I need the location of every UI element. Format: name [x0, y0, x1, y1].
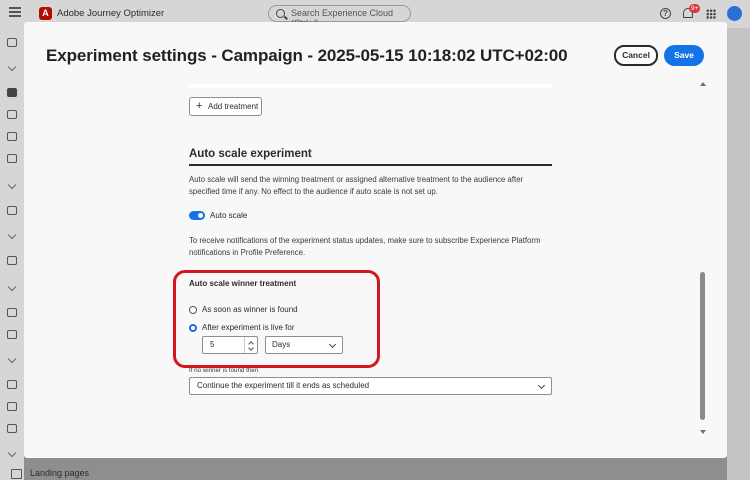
no-winner-select[interactable]: Continue the experiment till it ends as … — [189, 377, 552, 395]
landing-pages-icon — [11, 468, 22, 479]
notification-badge: 9+ — [689, 4, 701, 13]
background-panel — [727, 28, 750, 480]
scroll-up-icon[interactable] — [700, 82, 706, 86]
save-button[interactable]: Save — [664, 45, 704, 66]
channels-icon[interactable] — [7, 402, 17, 411]
search-icon — [276, 9, 285, 18]
cancel-button[interactable]: Cancel — [614, 45, 658, 66]
treatment-card-edge — [189, 84, 552, 88]
search-input[interactable]: Search Experience Cloud (Ctrl+/) — [268, 5, 411, 28]
home-icon[interactable] — [7, 38, 17, 47]
section-divider — [189, 164, 552, 166]
experiment-icon[interactable] — [7, 206, 17, 215]
apps-grid-icon[interactable] — [706, 9, 716, 19]
reports-icon[interactable] — [7, 154, 17, 163]
no-winner-label: If no winner is found then — [189, 367, 259, 374]
chevron-down-icon[interactable] — [7, 448, 17, 458]
highlight-annotation — [173, 270, 380, 368]
auto-scale-description: Auto scale will send the winning treatme… — [189, 175, 524, 196]
help-icon[interactable]: ? — [660, 8, 671, 19]
assets-icon[interactable] — [7, 380, 17, 389]
avatar[interactable] — [727, 6, 742, 21]
chevron-down-icon — [537, 381, 546, 390]
plus-icon: + — [196, 100, 203, 112]
offers-icon[interactable] — [7, 308, 17, 317]
no-winner-value: Continue the experiment till it ends as … — [197, 381, 370, 390]
app-name[interactable]: Adobe Journey Optimizer — [57, 8, 164, 19]
chevron-down-icon[interactable] — [7, 180, 17, 190]
adobe-logo-icon: A — [39, 7, 52, 20]
chevron-down-icon[interactable] — [7, 354, 17, 364]
sidebar-item-label: Landing pages — [30, 468, 90, 478]
auto-scale-label: Auto scale — [210, 211, 248, 220]
hamburger-menu-icon[interactable] — [9, 7, 21, 17]
journeys-icon[interactable] — [7, 110, 17, 119]
section-title: Auto scale experiment — [189, 148, 312, 160]
toggle-knob — [198, 213, 203, 218]
scroll-down-icon[interactable] — [700, 430, 706, 434]
content-icon[interactable] — [7, 132, 17, 141]
auto-scale-toggle[interactable] — [189, 211, 205, 220]
left-rail — [0, 28, 24, 480]
scrollbar-thumb[interactable] — [700, 272, 705, 420]
decisions-icon[interactable] — [7, 330, 17, 339]
chevron-down-icon[interactable] — [7, 230, 17, 240]
chevron-down-icon[interactable] — [7, 282, 17, 292]
campaigns-icon[interactable] — [7, 88, 17, 97]
experiment-settings-dialog: Experiment settings - Campaign - 2025-05… — [24, 22, 727, 458]
audiences-icon[interactable] — [7, 256, 17, 265]
notification-text: To receive notifications of the experime… — [189, 236, 541, 257]
sidebar-item-landing-pages[interactable]: Landing pages — [11, 468, 89, 479]
privacy-icon[interactable] — [7, 424, 17, 433]
add-treatment-label: Add treatment — [208, 102, 259, 111]
add-treatment-button[interactable]: + Add treatment — [189, 97, 262, 116]
chevron-down-icon[interactable] — [7, 62, 17, 72]
page-title: Experiment settings - Campaign - 2025-05… — [46, 46, 568, 65]
